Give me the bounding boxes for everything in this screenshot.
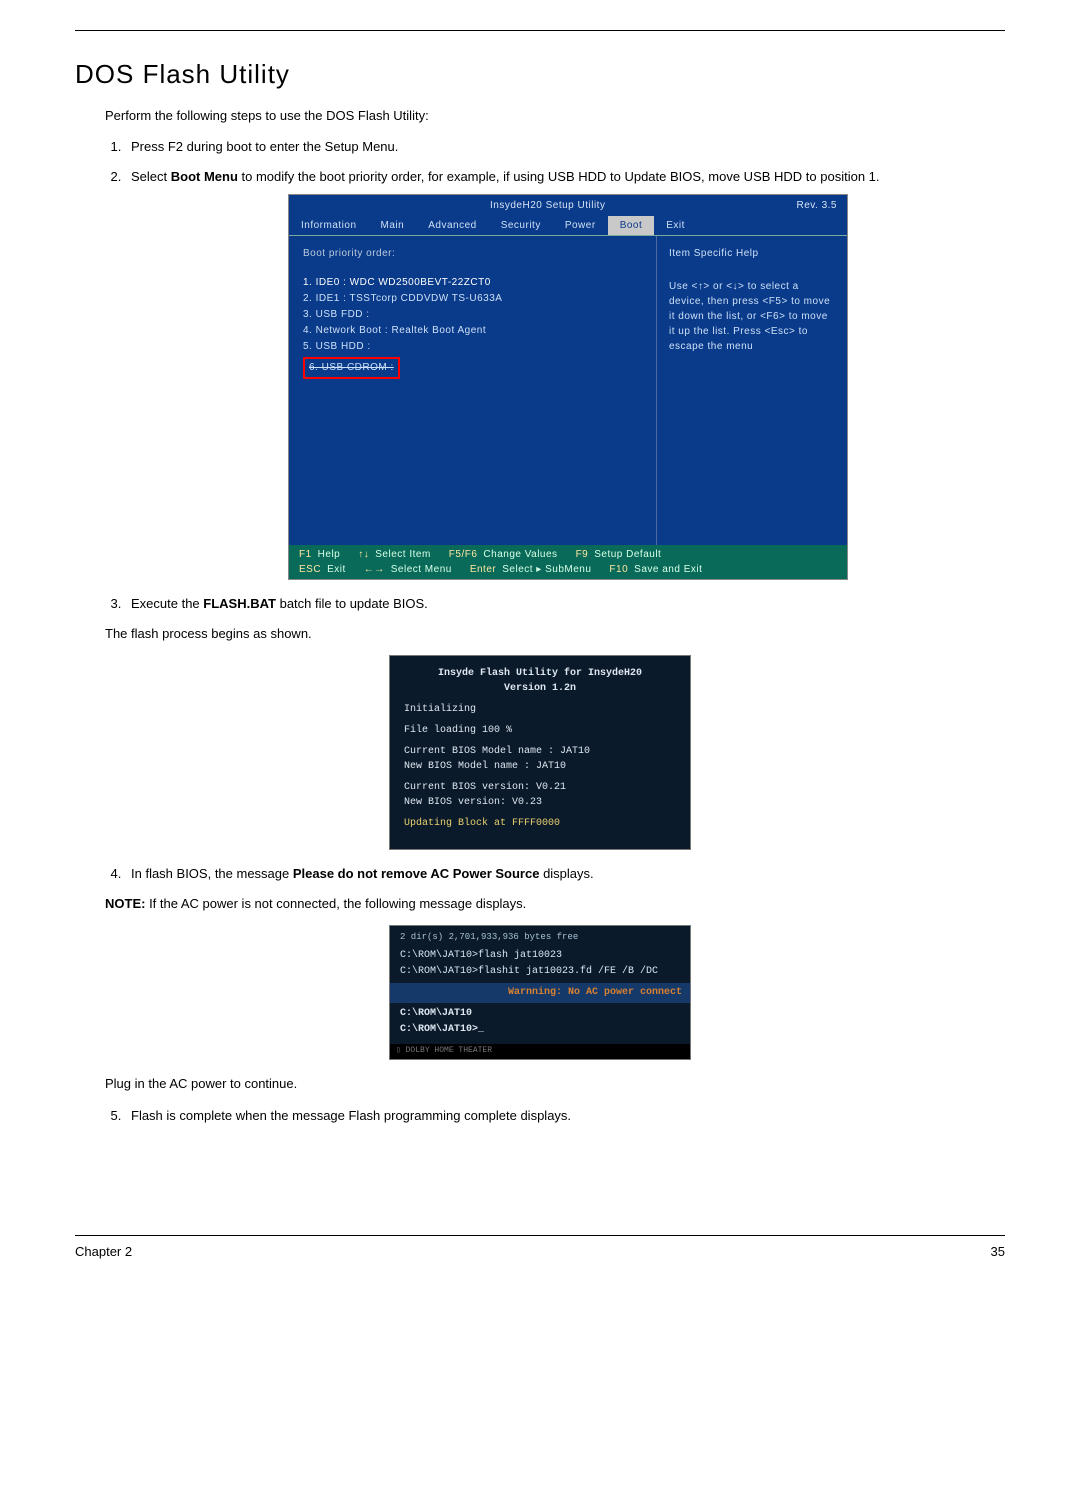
bios-titlebar: InsydeH20 Setup Utility Rev. 3.5 bbox=[289, 195, 847, 216]
step-1-text: Press F2 during boot to enter the Setup … bbox=[131, 139, 398, 154]
step-3-text-a: Execute the bbox=[131, 596, 203, 611]
boot-item-5: 5. USB HDD : bbox=[303, 339, 642, 355]
step-5-text: Flash is complete when the message Flash… bbox=[131, 1108, 571, 1123]
bios-tab-main: Main bbox=[369, 216, 417, 235]
boot-item-2: 2. IDE1 : TSSTcorp CDDVDW TS-U633A bbox=[303, 291, 642, 307]
help-body: Use <↑> or <↓> to select a device, then … bbox=[669, 279, 835, 354]
step-4-sub: Plug in the AC power to continue. bbox=[105, 1074, 1005, 1094]
step-3: Execute the FLASH.BAT batch file to upda… bbox=[125, 594, 1005, 614]
steps-list: Press F2 during boot to enter the Setup … bbox=[125, 137, 1005, 614]
fkey-arrows-lr: ←→ bbox=[364, 562, 385, 577]
bios-title: InsydeH20 Setup Utility bbox=[490, 198, 605, 213]
dos2-prompt1: C:\ROM\JAT10 bbox=[390, 1006, 690, 1022]
bios-footer: F1Help ↑↓Select Item F5/F6Change Values … bbox=[289, 545, 847, 579]
step-3-bold: FLASH.BAT bbox=[203, 596, 276, 611]
steps-list-cont: In flash BIOS, the message Please do not… bbox=[125, 864, 1005, 884]
bios-tabs: Information Main Advanced Security Power… bbox=[289, 216, 847, 235]
bios-tab-boot: Boot bbox=[608, 216, 655, 235]
dos2-warnbar: Warnning: No AC power connect bbox=[390, 983, 690, 1003]
page-footer: Chapter 2 35 bbox=[75, 1244, 1005, 1259]
bios-help-panel: Item Specific Help Use <↑> or <↓> to sel… bbox=[657, 236, 847, 545]
fkey-arrows-ud: ↑↓ bbox=[358, 547, 369, 562]
dos2-warning: Warnning: No AC power connect bbox=[508, 985, 682, 1001]
dos2-cmd2: C:\ROM\JAT10>flashit jat10023.fd /FE /B … bbox=[390, 964, 690, 980]
step-3-sub: The flash process begins as shown. bbox=[105, 624, 1005, 644]
help-title: Item Specific Help bbox=[669, 246, 835, 261]
dos1-loading: File loading 100 % bbox=[404, 723, 676, 738]
step-2-bold: Boot Menu bbox=[171, 169, 238, 184]
dos1-version: Version 1.2n bbox=[404, 681, 676, 696]
bios-screenshot: InsydeH20 Setup Utility Rev. 3.5 Informa… bbox=[288, 194, 848, 580]
step-2-text-c: to modify the boot priority order, for e… bbox=[238, 169, 880, 184]
fkey-f5f6-text: Change Values bbox=[483, 547, 557, 562]
dos1-new-model: New BIOS Model name : JAT10 bbox=[404, 759, 676, 774]
step-4-bold: Please do not remove AC Power Source bbox=[293, 866, 540, 881]
chapter-label: Chapter 2 bbox=[75, 1244, 132, 1259]
step-2: Select Boot Menu to modify the boot prio… bbox=[125, 167, 1005, 581]
boot-list: 1. IDE0 : WDC WD2500BEVT-22ZCT0 2. IDE1 … bbox=[303, 275, 642, 379]
step-4-text-c: displays. bbox=[539, 866, 593, 881]
fkey-enter-text: Select ▸ SubMenu bbox=[502, 562, 591, 577]
bios-tab-power: Power bbox=[553, 216, 608, 235]
steps-list-cont2: Flash is complete when the message Flash… bbox=[125, 1106, 1005, 1126]
dos2-top: 2 dir(s) 2,701,933,936 bytes free bbox=[390, 926, 690, 948]
bios-rev: Rev. 3.5 bbox=[796, 198, 837, 213]
fkey-esc: ESC bbox=[299, 562, 321, 577]
dos1-current-model: Current BIOS Model name : JAT10 bbox=[404, 744, 676, 759]
boot-item-4: 4. Network Boot : Realtek Boot Agent bbox=[303, 323, 642, 339]
bios-tab-exit: Exit bbox=[654, 216, 697, 235]
dos1-new-ver: New BIOS version: V0.23 bbox=[404, 795, 676, 810]
step-2-text-a: Select bbox=[131, 169, 171, 184]
dos1-updating: Updating Block at FFFF0000 bbox=[404, 816, 676, 831]
boot-item-3: 3. USB FDD : bbox=[303, 307, 642, 323]
fkey-f1-text: Help bbox=[318, 547, 341, 562]
page-title: DOS Flash Utility bbox=[75, 59, 1005, 90]
fkey-f1: F1 bbox=[299, 547, 312, 562]
dos1-title: Insyde Flash Utility for InsydeH20 bbox=[404, 666, 676, 681]
fkey-enter: Enter bbox=[470, 562, 496, 577]
step-1: Press F2 during boot to enter the Setup … bbox=[125, 137, 1005, 157]
fkey-f10: F10 bbox=[609, 562, 628, 577]
step-4: In flash BIOS, the message Please do not… bbox=[125, 864, 1005, 884]
note-label: NOTE: bbox=[105, 896, 145, 911]
boot-item-1: 1. IDE0 : WDC WD2500BEVT-22ZCT0 bbox=[303, 275, 642, 291]
dos1-init: Initializing bbox=[404, 702, 676, 717]
intro-text: Perform the following steps to use the D… bbox=[105, 108, 1005, 123]
page-number: 35 bbox=[991, 1244, 1005, 1259]
dos2-strip: ▯ DOLBY HOME THEATER bbox=[390, 1044, 690, 1059]
fkey-esc-text: Exit bbox=[327, 562, 346, 577]
fkey-arrows-ud-text: Select Item bbox=[375, 547, 431, 562]
step-4-text-a: In flash BIOS, the message bbox=[131, 866, 293, 881]
dos2-cmd1: C:\ROM\JAT10>flash jat10023 bbox=[390, 948, 690, 964]
dos1-current-ver: Current BIOS version: V0.21 bbox=[404, 780, 676, 795]
fkey-f9: F9 bbox=[576, 547, 589, 562]
top-rule bbox=[75, 30, 1005, 31]
fkey-f9-text: Setup Default bbox=[594, 547, 661, 562]
bios-tab-information: Information bbox=[289, 216, 369, 235]
boot-item-6: 6. USB CDROM : bbox=[309, 362, 394, 373]
fkey-f10-text: Save and Exit bbox=[634, 562, 702, 577]
dos-flash-screenshot-1: Insyde Flash Utility for InsydeH20 Versi… bbox=[389, 655, 691, 850]
bios-tab-advanced: Advanced bbox=[416, 216, 488, 235]
bios-left-panel: Boot priority order: 1. IDE0 : WDC WD250… bbox=[289, 236, 657, 545]
note-text: If the AC power is not connected, the fo… bbox=[145, 896, 526, 911]
dos-flash-screenshot-2: 2 dir(s) 2,701,933,936 bytes free C:\ROM… bbox=[389, 925, 691, 1060]
red-highlight-box: 6. USB CDROM : bbox=[303, 357, 400, 379]
boot-priority-heading: Boot priority order: bbox=[303, 246, 642, 261]
fkey-f5f6: F5/F6 bbox=[449, 547, 478, 562]
dos2-prompt2: C:\ROM\JAT10>_ bbox=[390, 1022, 690, 1038]
step-3-text-c: batch file to update BIOS. bbox=[276, 596, 428, 611]
bios-tab-security: Security bbox=[489, 216, 553, 235]
step-5: Flash is complete when the message Flash… bbox=[125, 1106, 1005, 1126]
step-4-note: NOTE: If the AC power is not connected, … bbox=[105, 894, 1005, 914]
bottom-rule bbox=[75, 1235, 1005, 1236]
fkey-arrows-lr-text: Select Menu bbox=[391, 562, 452, 577]
